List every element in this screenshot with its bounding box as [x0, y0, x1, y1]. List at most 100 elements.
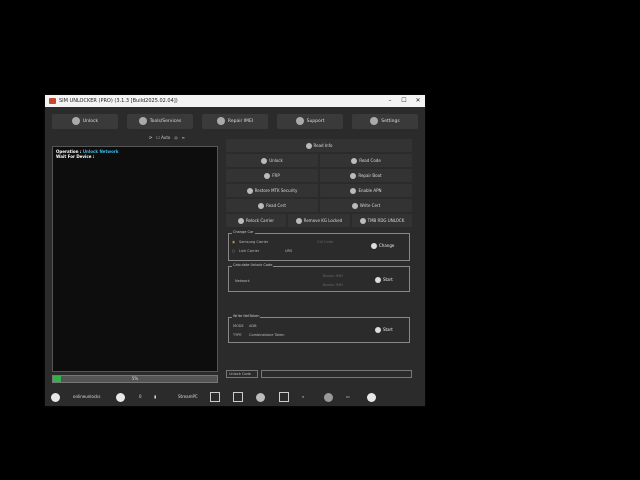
change-car-legend: Change Car: [232, 230, 255, 234]
relock-carrier-button[interactable]: Relock Carrier: [226, 214, 286, 227]
mode-select[interactable]: ADB: [249, 324, 257, 328]
cloud-icon: [295, 116, 304, 125]
frp-button[interactable]: FRP: [226, 169, 318, 182]
samsung-carrier-label: Samsung Carrier: [239, 240, 269, 244]
nav-settings-button[interactable]: Settings: [352, 114, 418, 129]
record-icon[interactable]: [256, 392, 265, 402]
enable-apn-label: Enable APN: [358, 188, 382, 193]
type-select[interactable]: Combinatione Token: [249, 333, 284, 337]
credits-icon[interactable]: [116, 392, 125, 402]
restore-mtk-button[interactable]: Restore MTK Security: [226, 184, 318, 197]
token-start-label: Start: [383, 327, 393, 332]
nav-repair-imei-button[interactable]: Repair IMEI: [202, 114, 268, 129]
token-start-button[interactable]: Start: [375, 327, 393, 333]
unlock-label: Unlock: [269, 158, 283, 163]
progress-bar: 5%: [52, 375, 218, 383]
user-icon[interactable]: [51, 392, 60, 402]
repair-icon: [216, 116, 225, 125]
samsung-carrier-radio[interactable]: ◉: [232, 240, 235, 244]
lock-icon: [264, 173, 271, 179]
read-cert-button[interactable]: Read Cert: [226, 199, 318, 212]
nav-tools-label: Tools/Services: [149, 119, 182, 124]
nav-unlock-label: Unlock: [82, 119, 99, 124]
change-label: Change: [379, 243, 395, 248]
network-field[interactable]: Network: [235, 279, 250, 283]
read-code-label: Read Code: [359, 158, 381, 163]
tmb-icon: [359, 218, 366, 224]
type-label: TYPE: [233, 333, 242, 337]
carrier-tag[interactable]: URS: [285, 249, 292, 253]
target-icon[interactable]: ◎: [174, 135, 178, 140]
change-car-group: Change Car ◉ Samsung Carrier ○ Link Carr…: [228, 230, 410, 261]
grid-icon[interactable]: [233, 392, 243, 402]
remove-kg-label: Remove KG Locked: [303, 218, 343, 223]
cert-write-icon: [351, 203, 358, 209]
link-carrier-label: Link Carrier: [239, 249, 260, 253]
nav-unlock-button[interactable]: Unlock: [52, 114, 118, 129]
messenger-icon[interactable]: [324, 392, 333, 402]
read-code-button[interactable]: Read Code: [320, 154, 412, 167]
info-icon: [305, 143, 312, 149]
old-code-field[interactable]: Old Code: [317, 240, 333, 244]
repair-boot-button[interactable]: Repair Boot: [320, 169, 412, 182]
device-icon: ▮: [154, 394, 157, 399]
calc-start-button[interactable]: Start: [375, 277, 393, 283]
nav-tools-button[interactable]: Tools/Services: [127, 114, 193, 129]
search-icon: [237, 218, 244, 224]
sliders-icon[interactable]: ≡: [182, 135, 185, 140]
close-icon[interactable]: ✕: [411, 95, 425, 107]
read-cert-label: Read Cert: [266, 203, 286, 208]
frp-label: FRP: [272, 173, 280, 178]
unlock-button[interactable]: Unlock: [226, 154, 318, 167]
nav-settings-label: Settings: [381, 119, 400, 124]
link-carrier-radio[interactable]: ○: [232, 249, 235, 253]
facebook-icon[interactable]: [367, 392, 376, 402]
write-cert-label: Write Cert: [359, 203, 381, 208]
apn-icon: [350, 188, 357, 194]
nav-support-button[interactable]: Support: [277, 114, 343, 129]
tmb-unlock-button[interactable]: TMB RDG UNLOCK: [352, 214, 412, 227]
maximize-icon[interactable]: ☐: [397, 95, 411, 107]
boot-icon: [350, 173, 357, 179]
status-field: [261, 370, 412, 378]
restore-mtk-label: Restore MTK Security: [254, 188, 298, 193]
credits-count: 0: [139, 394, 142, 399]
imei-field-1[interactable]: Bootro IMEI: [323, 274, 343, 278]
read-info-label: Read Info: [313, 143, 333, 148]
enable-apn-button[interactable]: Enable APN: [320, 184, 412, 197]
read-info-button[interactable]: Read Info: [226, 139, 412, 152]
title-bar: SIM UNLOCKER (PRO) (3.1.3 [Build2025.02.…: [45, 95, 425, 107]
code-icon: [351, 158, 358, 164]
gears-icon: [138, 116, 147, 125]
top-nav: Unlock Tools/Services Repair IMEI Suppor…: [52, 114, 418, 130]
tmb-unlock-label: TMB RDG UNLOCK: [367, 218, 405, 223]
wait-text: Wait For Device :: [56, 154, 95, 159]
remove-kg-button[interactable]: Remove KG Locked: [288, 214, 350, 227]
youtube-icon[interactable]: ▭: [346, 392, 350, 402]
auto-label: Auto: [161, 135, 171, 140]
search-icon[interactable]: ⌕: [302, 392, 304, 402]
log-icon[interactable]: [279, 392, 289, 402]
settings-icon: [370, 116, 379, 125]
write-token-group: Write NetToken MODE ADB TYPE Combination…: [228, 314, 410, 343]
kg-icon: [295, 218, 302, 224]
cert-icon: [258, 203, 265, 209]
imei-field-2[interactable]: Bootro IMEI: [323, 283, 343, 287]
repair-boot-label: Repair Boot: [358, 173, 382, 178]
device-name: StreamPC: [178, 394, 198, 399]
write-cert-button[interactable]: Write Cert: [320, 199, 412, 212]
console-toolbar: ⟳ ☐ Auto ◎ ≡: [149, 133, 185, 143]
mode-label: MODE: [233, 324, 244, 328]
change-button[interactable]: Change: [371, 243, 394, 249]
screenshot-icon[interactable]: [210, 392, 220, 402]
log-console: Operation : Unlock Network Wait For Devi…: [52, 146, 218, 372]
play-icon: [375, 277, 381, 283]
auto-checkbox[interactable]: ☐: [156, 135, 160, 140]
unlock-icon: [71, 116, 80, 125]
write-token-legend: Write NetToken: [232, 314, 261, 318]
refresh-icon[interactable]: ⟳: [149, 135, 152, 140]
window-title: SIM UNLOCKER (PRO) (3.1.3 [Build2025.02.…: [59, 98, 178, 104]
minimize-icon[interactable]: –: [383, 95, 397, 107]
bottom-bar: onlineunlocks 0 ▮ StreamPC ⌕ ▭: [45, 387, 425, 406]
play-icon: [371, 243, 377, 249]
